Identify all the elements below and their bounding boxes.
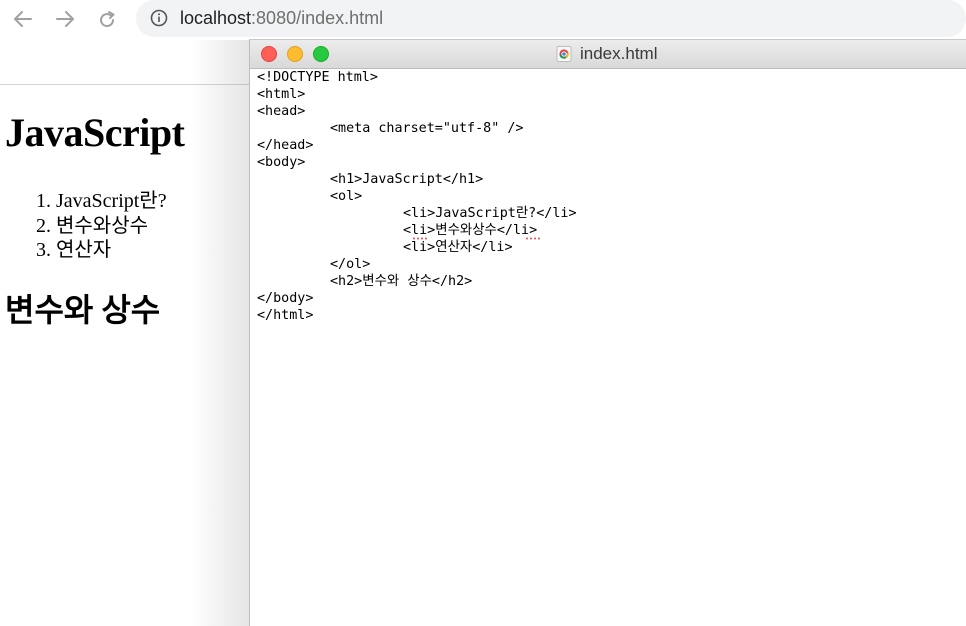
code-line: <li>연산자</li> [403,240,513,255]
list-item: 3. 연산자 [36,239,112,261]
close-window-button[interactable] [261,46,277,62]
minimize-window-button[interactable] [287,46,303,62]
list-item: 1. JavaScript란? [36,190,167,212]
address-bar[interactable]: localhost:8080/index.html [136,0,966,37]
editor-titlebar[interactable]: index.html [250,40,966,69]
window-title: index.html [580,44,658,63]
reload-icon [100,11,115,28]
page-heading-h2: 변수와 상수 [5,292,161,328]
code-line: <meta charset="utf-8" /> [330,121,524,136]
list-item: 2. 변수와상수 [36,214,148,237]
screen: localhost:8080/index.html JavaScript 1. … [0,0,966,626]
code-line: <head> [257,104,306,119]
forward-button[interactable] [50,6,80,32]
browser-toolbar: localhost:8080/index.html [0,0,966,40]
code-line: </ol> [330,257,371,272]
code-line: </body> [257,291,314,306]
back-arrow-icon [14,11,32,27]
url-host: localhost [180,8,252,28]
info-icon[interactable] [150,9,168,27]
code-line: <h2>변수와 상수</h2> [330,274,473,289]
code-line: <html> [257,87,306,102]
code-editor[interactable]: <!DOCTYPE html> <html> <head> <meta char… [257,69,957,619]
spellcheck-underline [525,237,542,240]
forward-arrow-icon [56,11,74,27]
code-line: <!DOCTYPE html> [257,70,378,85]
code-line: <h1>JavaScript</h1> [330,172,484,187]
code-line: <ol> [330,189,363,204]
code-line: <li>JavaScript란?</li> [403,206,577,221]
reload-button[interactable] [92,6,122,32]
back-button[interactable] [8,6,38,32]
code-line: </html> [257,308,314,323]
chrome-document-icon [556,46,572,62]
url-path: :8080/index.html [251,8,384,28]
page-heading-h1: JavaScript [5,110,185,155]
page-ordered-list: 1. JavaScript란? 2. 변수와상수 3. 연산자 [36,189,167,263]
code-line: </head> [257,138,314,153]
window-shadow [190,40,250,626]
spellcheck-underline [412,237,429,240]
editor-window[interactable]: index.html <!DOCTYPE html> <html> <head>… [249,39,966,626]
maximize-window-button[interactable] [313,46,329,62]
url-text[interactable]: localhost:8080/index.html [180,8,383,28]
code-line: <body> [257,155,306,170]
